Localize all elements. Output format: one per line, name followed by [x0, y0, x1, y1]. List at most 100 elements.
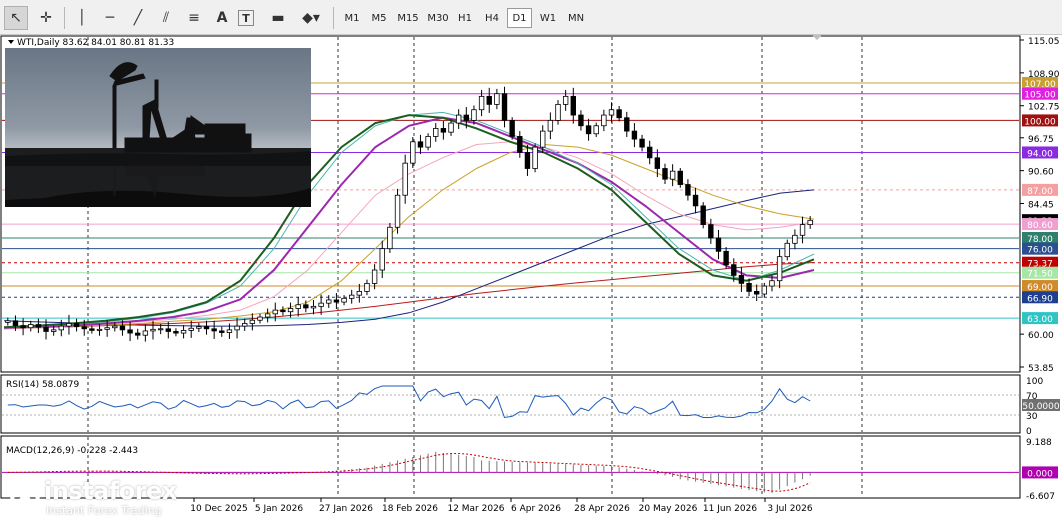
candle-body — [555, 103, 561, 121]
candle-body — [310, 305, 317, 309]
candle-body — [784, 242, 790, 258]
price-tick-label: 60.00 — [1028, 331, 1054, 341]
candle-body — [142, 330, 149, 336]
candle-body — [272, 309, 278, 315]
timeframe-h4-button[interactable]: H4 — [480, 8, 504, 28]
level-label: 80.60 — [1027, 221, 1053, 231]
candle-body — [616, 109, 622, 119]
price-tick-label: 96.75 — [1028, 135, 1054, 145]
oil-rig-photo — [5, 48, 311, 207]
price-tick-label: 108.90 — [1028, 70, 1060, 80]
candle-body — [127, 329, 133, 334]
candle-body — [119, 325, 126, 331]
rsi-tick-label: 100 — [1026, 377, 1043, 387]
candle-body — [738, 274, 745, 284]
trendline-icon[interactable]: ╱ — [126, 6, 150, 30]
price-tick-label: 115.05 — [1028, 37, 1060, 47]
candle-body — [211, 328, 217, 332]
candle-body — [509, 120, 515, 137]
candle-body — [792, 234, 798, 244]
date-tick-label: 3 Jul 2026 — [767, 504, 812, 514]
candle-body — [387, 226, 393, 250]
candle-body — [494, 93, 500, 105]
date-tick-label: 6 Apr 2026 — [511, 504, 561, 514]
candle-body — [43, 326, 49, 332]
main-chart-header: WTI,Daily 83.62 84.01 80.81 81.33 — [17, 38, 174, 48]
date-tick-label: 18 Feb 2026 — [382, 504, 438, 514]
rsi-header: RSI(14) 58.0879 — [6, 380, 79, 390]
macd-tick-label: -6.607 — [1026, 492, 1055, 502]
candle-body — [639, 138, 645, 148]
date-tick-label: 12 Mar 2026 — [447, 504, 504, 514]
candle-body — [524, 152, 531, 169]
timeframe-w1-button[interactable]: W1 — [535, 8, 561, 28]
candle-body — [547, 120, 554, 132]
timeframe-h1-button[interactable]: H1 — [453, 8, 477, 28]
date-tick-label: 10 Dec 2025 — [190, 504, 248, 514]
candle-body — [379, 248, 385, 271]
timeframe-mn-button[interactable]: MN — [562, 8, 590, 28]
timeframe-m5-button[interactable]: M5 — [366, 8, 392, 28]
rsi-current-label: 50.0000 — [1022, 402, 1059, 412]
candle-body — [364, 282, 370, 292]
candle-body — [150, 328, 156, 332]
candle-body — [799, 224, 806, 236]
candle-body — [226, 329, 233, 333]
candle-body — [769, 280, 775, 287]
crosshair-icon[interactable]: ✛ — [34, 6, 58, 30]
timeframe-m30-button[interactable]: M30 — [423, 8, 453, 28]
candle-body — [135, 332, 141, 336]
candle-body — [448, 122, 454, 133]
candle-body — [371, 269, 378, 284]
shapes-dropdown-icon[interactable]: ◆▾ — [294, 6, 328, 30]
candle-body — [257, 316, 263, 321]
text-tool-icon[interactable]: A — [210, 6, 234, 30]
candle-body — [601, 114, 607, 127]
candle-body — [28, 324, 34, 329]
candle-body — [517, 136, 523, 153]
channel-icon[interactable]: ⫽ — [154, 6, 178, 30]
macd-header: MACD(12,26,9) -0.228 -2.443 — [6, 446, 138, 456]
candle-body — [318, 302, 324, 307]
date-tick-label: 11 Jun 2026 — [703, 504, 757, 514]
candle-body — [654, 157, 661, 169]
vertical-line-icon[interactable]: │ — [70, 6, 94, 30]
candle-body — [394, 194, 401, 228]
candle-body — [761, 285, 768, 295]
timeframe-d1-button[interactable]: D1 — [507, 8, 532, 28]
candle-body — [203, 326, 210, 330]
candle-body — [776, 256, 783, 282]
toolbar: ↖ ✛ │ ─ ╱ ⫽ ≡ A T ▬ ◆▾ M1 M5 M15 M30 H1 … — [0, 0, 1062, 35]
level-label: 66.90 — [1027, 294, 1053, 304]
candle-body — [295, 304, 301, 309]
candle-body — [20, 325, 26, 329]
candle-body — [608, 109, 615, 116]
candle-body — [58, 325, 65, 331]
candle-body — [677, 170, 683, 185]
timeframe-m15-button[interactable]: M15 — [393, 8, 423, 28]
timeframe-m1-button[interactable]: M1 — [338, 8, 366, 28]
candle-body — [112, 325, 118, 329]
rectangle-icon[interactable]: ▬ — [266, 6, 290, 30]
candle-body — [501, 93, 508, 121]
level-label: 100.00 — [1024, 117, 1056, 127]
candle-body — [249, 319, 256, 324]
date-tick-label: 28 Apr 2026 — [574, 504, 630, 514]
logo-tagline: Instant Forex Trading — [46, 504, 162, 517]
date-tick-label: 20 May 2026 — [639, 504, 698, 514]
candle-body — [540, 130, 546, 148]
horizontal-line-icon[interactable]: ─ — [98, 6, 122, 30]
date-tick-label: 5 Jan 2026 — [255, 504, 303, 514]
candle-body — [685, 184, 691, 196]
cursor-icon[interactable]: ↖ — [4, 6, 28, 30]
fibonacci-icon[interactable]: ≡ — [182, 6, 206, 30]
text-label-icon[interactable]: T — [238, 10, 254, 26]
candle-body — [455, 114, 462, 124]
level-label: 87.00 — [1027, 187, 1053, 197]
candle-body — [410, 141, 416, 164]
instaforex-logo-icon — [10, 480, 40, 510]
level-label: 105.00 — [1024, 91, 1056, 101]
candle-body — [356, 290, 363, 296]
level-label: 63.00 — [1027, 315, 1053, 325]
candle-body — [593, 125, 599, 135]
